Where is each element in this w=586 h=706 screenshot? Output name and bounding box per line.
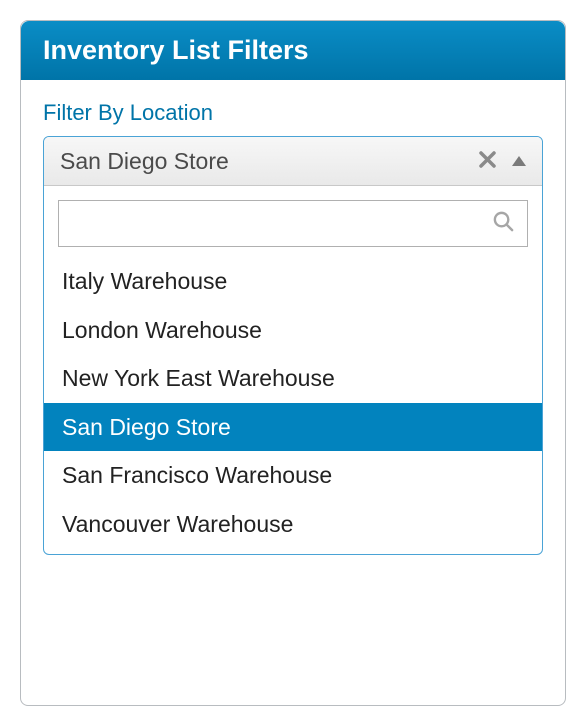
search-input[interactable]	[71, 201, 492, 246]
option-item[interactable]: San Francisco Warehouse	[44, 451, 542, 500]
panel-title: Inventory List Filters	[21, 21, 565, 80]
options-list: Italy Warehouse London Warehouse New Yor…	[44, 257, 542, 554]
dropdown-header[interactable]: San Diego Store	[44, 137, 542, 186]
inventory-filters-panel: Inventory List Filters Filter By Locatio…	[20, 20, 566, 706]
search-icon[interactable]	[492, 210, 515, 238]
option-item[interactable]: New York East Warehouse	[44, 354, 542, 403]
option-item[interactable]: Vancouver Warehouse	[44, 500, 542, 549]
option-item[interactable]: London Warehouse	[44, 306, 542, 355]
dropdown-selected-value: San Diego Store	[60, 148, 479, 175]
clear-icon[interactable]	[479, 150, 496, 172]
option-item[interactable]: Italy Warehouse	[44, 257, 542, 306]
collapse-icon[interactable]	[512, 156, 526, 166]
panel-body: Filter By Location San Diego Store	[21, 80, 565, 705]
location-dropdown: San Diego Store	[43, 136, 543, 555]
search-box	[58, 200, 528, 247]
filter-location-label: Filter By Location	[43, 100, 543, 126]
location-dropdown-wrapper: San Diego Store	[43, 136, 543, 555]
dropdown-search-row	[44, 186, 542, 257]
option-item[interactable]: San Diego Store	[44, 403, 542, 452]
